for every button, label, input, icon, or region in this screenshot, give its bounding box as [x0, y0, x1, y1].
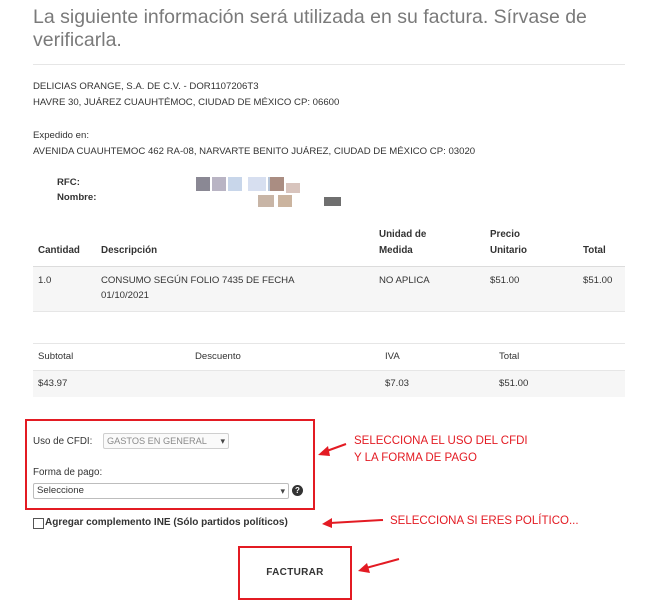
arrow-cfdi-head [318, 446, 330, 456]
arrow-facturar-head [358, 563, 370, 573]
annotation-arrows [318, 443, 400, 573]
arrow-politico-line [329, 519, 384, 524]
arrow-politico-head [322, 518, 332, 528]
arrow-facturar-line [365, 558, 400, 569]
